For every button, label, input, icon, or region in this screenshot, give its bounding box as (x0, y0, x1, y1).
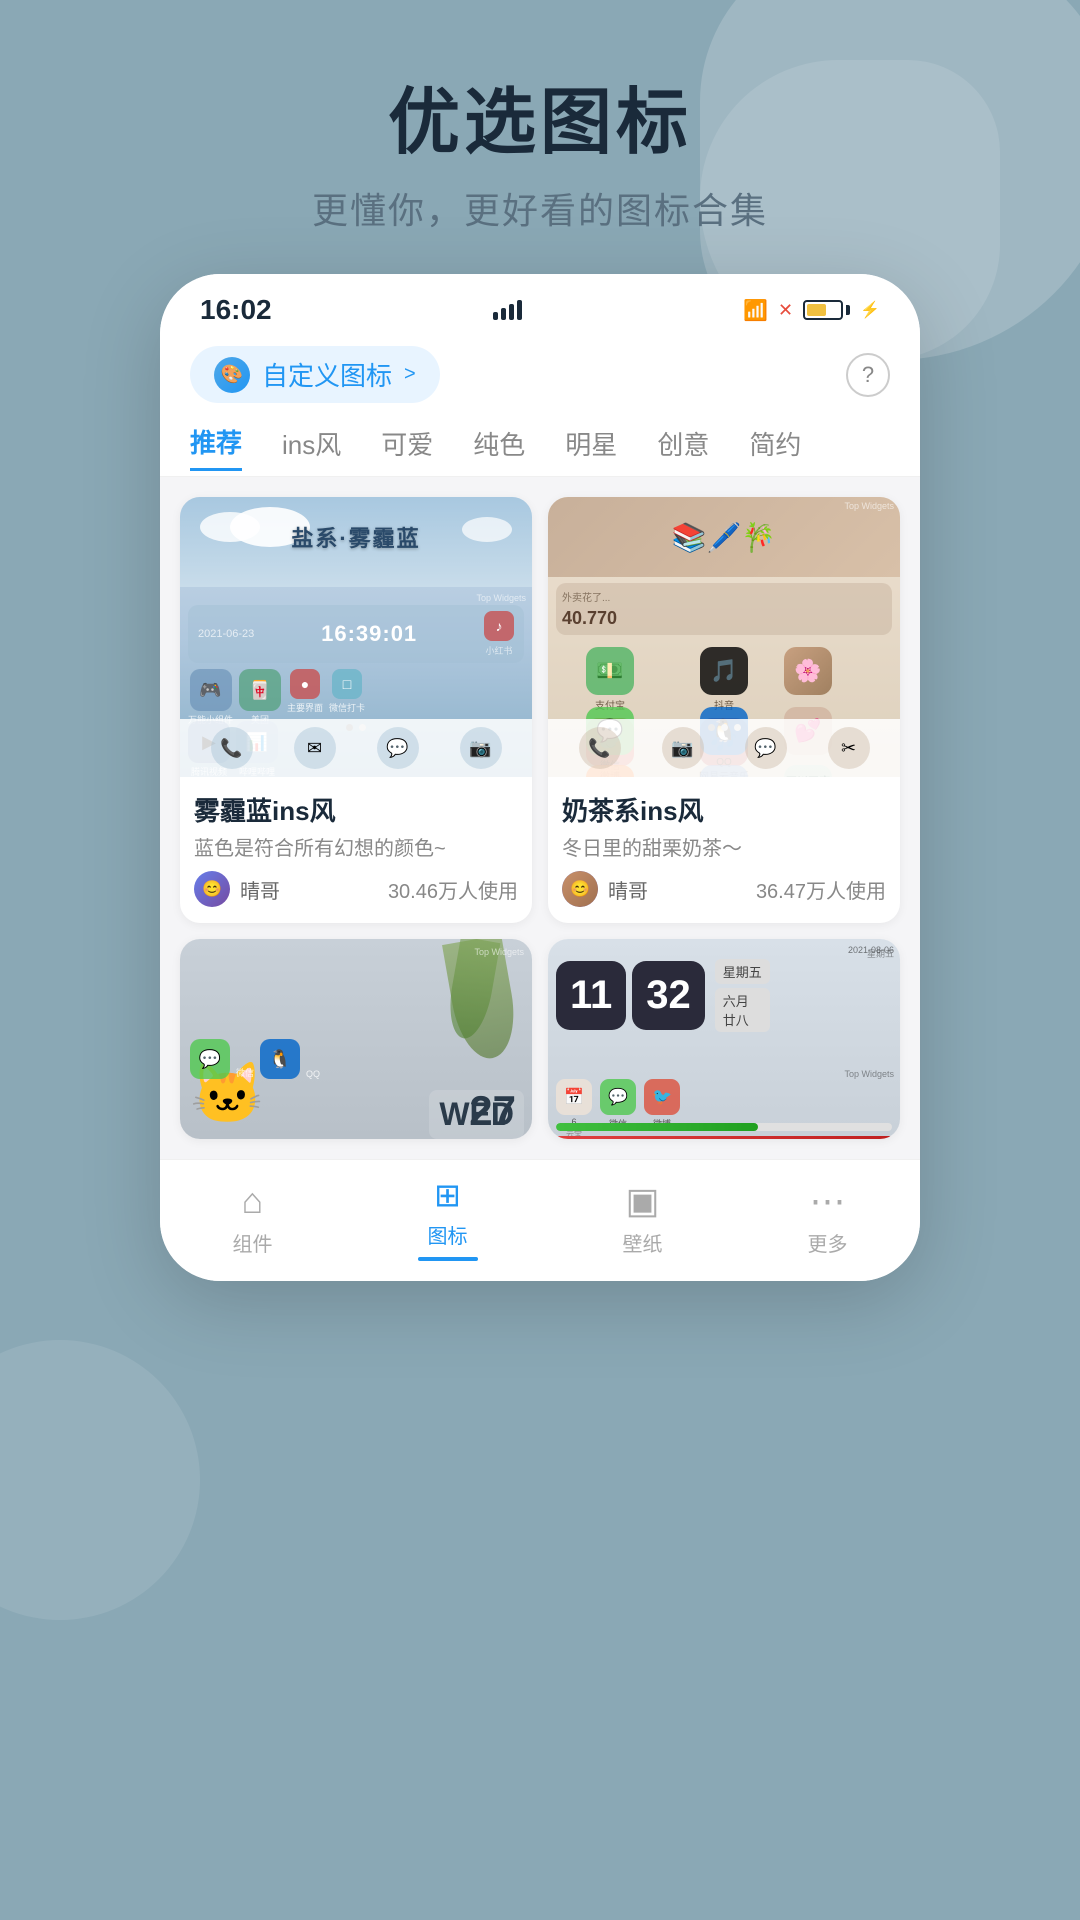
signal-indicator (493, 300, 522, 320)
more-tab-icon: ⋯ (810, 1180, 846, 1222)
phone-tab-more[interactable]: ⋯ 更多 (808, 1180, 848, 1257)
phone-tab-icons[interactable]: ⊞ 图标 (418, 1176, 478, 1261)
theme-card-grid: 👑 盐系·雾霾蓝 Top Widgets 2021-06-23 16: (180, 497, 900, 1139)
users-count-cream: 36.47万人使用 (756, 875, 886, 904)
tab-solid[interactable]: 纯色 (473, 425, 525, 470)
sim-icon: ✕ (778, 300, 793, 321)
card-info-blue: 雾霾蓝ins风 蓝色是符合所有幻想的颜色~ 😊 晴哥 30.46万人使用 (180, 777, 532, 923)
icons-tab-label: 图标 (428, 1220, 468, 1249)
page-subtitle: 更懂你，更好看的图标合集 (0, 182, 1080, 234)
users-count-blue: 30.46万人使用 (388, 875, 518, 904)
phone-bottom-bar: ⌂ 组件 ⊞ 图标 ▣ 壁纸 ⋯ 更多 (160, 1159, 920, 1281)
tab-star[interactable]: 明星 (565, 425, 617, 470)
author-name-blue: 晴哥 (240, 875, 280, 904)
battery-icon (803, 300, 850, 320)
more-tab-label: 更多 (808, 1228, 848, 1257)
status-icons: 📶 ✕ ⚡ (743, 298, 880, 323)
author-avatar-blue: 😊 (194, 871, 230, 907)
bolt-icon: ⚡ (860, 300, 880, 320)
help-icon: ? (862, 362, 874, 388)
custom-icon-image: 🎨 (214, 357, 250, 393)
status-bar: 16:02 📶 ✕ ⚡ (160, 274, 920, 336)
card-preview-cream: 📚🖊️🎋 Top Widgets 外卖花了... 40.770 💵 支付宝 (548, 497, 900, 777)
theme-card-cream[interactable]: 📚🖊️🎋 Top Widgets 外卖花了... 40.770 💵 支付宝 (548, 497, 900, 923)
wallpaper-tab-label: 壁纸 (623, 1228, 663, 1257)
custom-button-label: 自定义图标 (262, 356, 392, 393)
card-desc-blue: 蓝色是符合所有幻想的颜色~ (194, 832, 518, 861)
widgets-tab-label: 组件 (233, 1228, 273, 1257)
card-name-blue: 雾霾蓝ins风 (194, 791, 518, 828)
custom-icon-button[interactable]: 🎨 自定义图标 > (190, 346, 440, 403)
preview-title-blue: 盐系·雾霾蓝 (291, 521, 420, 553)
author-name-cream: 晴哥 (608, 875, 648, 904)
card-info-cream: 奶茶系ins风 冬日里的甜栗奶茶～ 😊 晴哥 36.47万人使用 (548, 777, 900, 923)
page-title: 优选图标 (0, 80, 1080, 166)
author-avatar-cream: 😊 (562, 871, 598, 907)
status-time: 16:02 (200, 294, 272, 326)
tab-bar: 推荐 ins风 可爱 纯色 明星 创意 简约 (160, 413, 920, 477)
theme-card-blue[interactable]: 👑 盐系·雾霾蓝 Top Widgets 2021-06-23 16: (180, 497, 532, 923)
custom-arrow-icon: > (404, 363, 416, 386)
icons-tab-icon: ⊞ (434, 1176, 461, 1214)
tab-cute[interactable]: 可爱 (381, 425, 433, 470)
theme-card-dark[interactable]: 2021-08-06 星期五 11 32 星期五 六月廿八 (548, 939, 900, 1139)
wallpaper-tab-icon: ▣ (625, 1180, 659, 1222)
content-area: 👑 盐系·雾霾蓝 Top Widgets 2021-06-23 16: (160, 477, 920, 1159)
theme-card-cat[interactable]: 🐱 Top Widgets 💬 微信 🐧 QQ WED 27 (180, 939, 532, 1139)
phone-frame: 16:02 📶 ✕ ⚡ 🎨 自定义图标 > (160, 274, 920, 1281)
card-name-cream: 奶茶系ins风 (562, 791, 886, 828)
signal-bars-icon (493, 300, 522, 320)
tab-simple[interactable]: 简约 (749, 425, 801, 470)
card-meta-cream: 😊 晴哥 36.47万人使用 (562, 871, 886, 907)
custom-bar: 🎨 自定义图标 > ? (160, 336, 920, 413)
phone-tab-widgets[interactable]: ⌂ 组件 (233, 1180, 273, 1257)
tab-creative[interactable]: 创意 (657, 425, 709, 470)
widgets-tab-icon: ⌂ (242, 1180, 264, 1222)
wifi-icon: 📶 (743, 298, 768, 323)
card-desc-cream: 冬日里的甜栗奶茶～ (562, 832, 886, 861)
card-meta-blue: 😊 晴哥 30.46万人使用 (194, 871, 518, 907)
active-tab-indicator (418, 1257, 478, 1261)
card-preview-blue: 👑 盐系·雾霾蓝 Top Widgets 2021-06-23 16: (180, 497, 532, 777)
tab-ins[interactable]: ins风 (282, 425, 341, 470)
phone-tab-wallpaper[interactable]: ▣ 壁纸 (623, 1180, 663, 1257)
header-section: 优选图标 更懂你，更好看的图标合集 (0, 0, 1080, 274)
tab-recommended[interactable]: 推荐 (190, 423, 242, 471)
help-button[interactable]: ? (846, 353, 890, 397)
